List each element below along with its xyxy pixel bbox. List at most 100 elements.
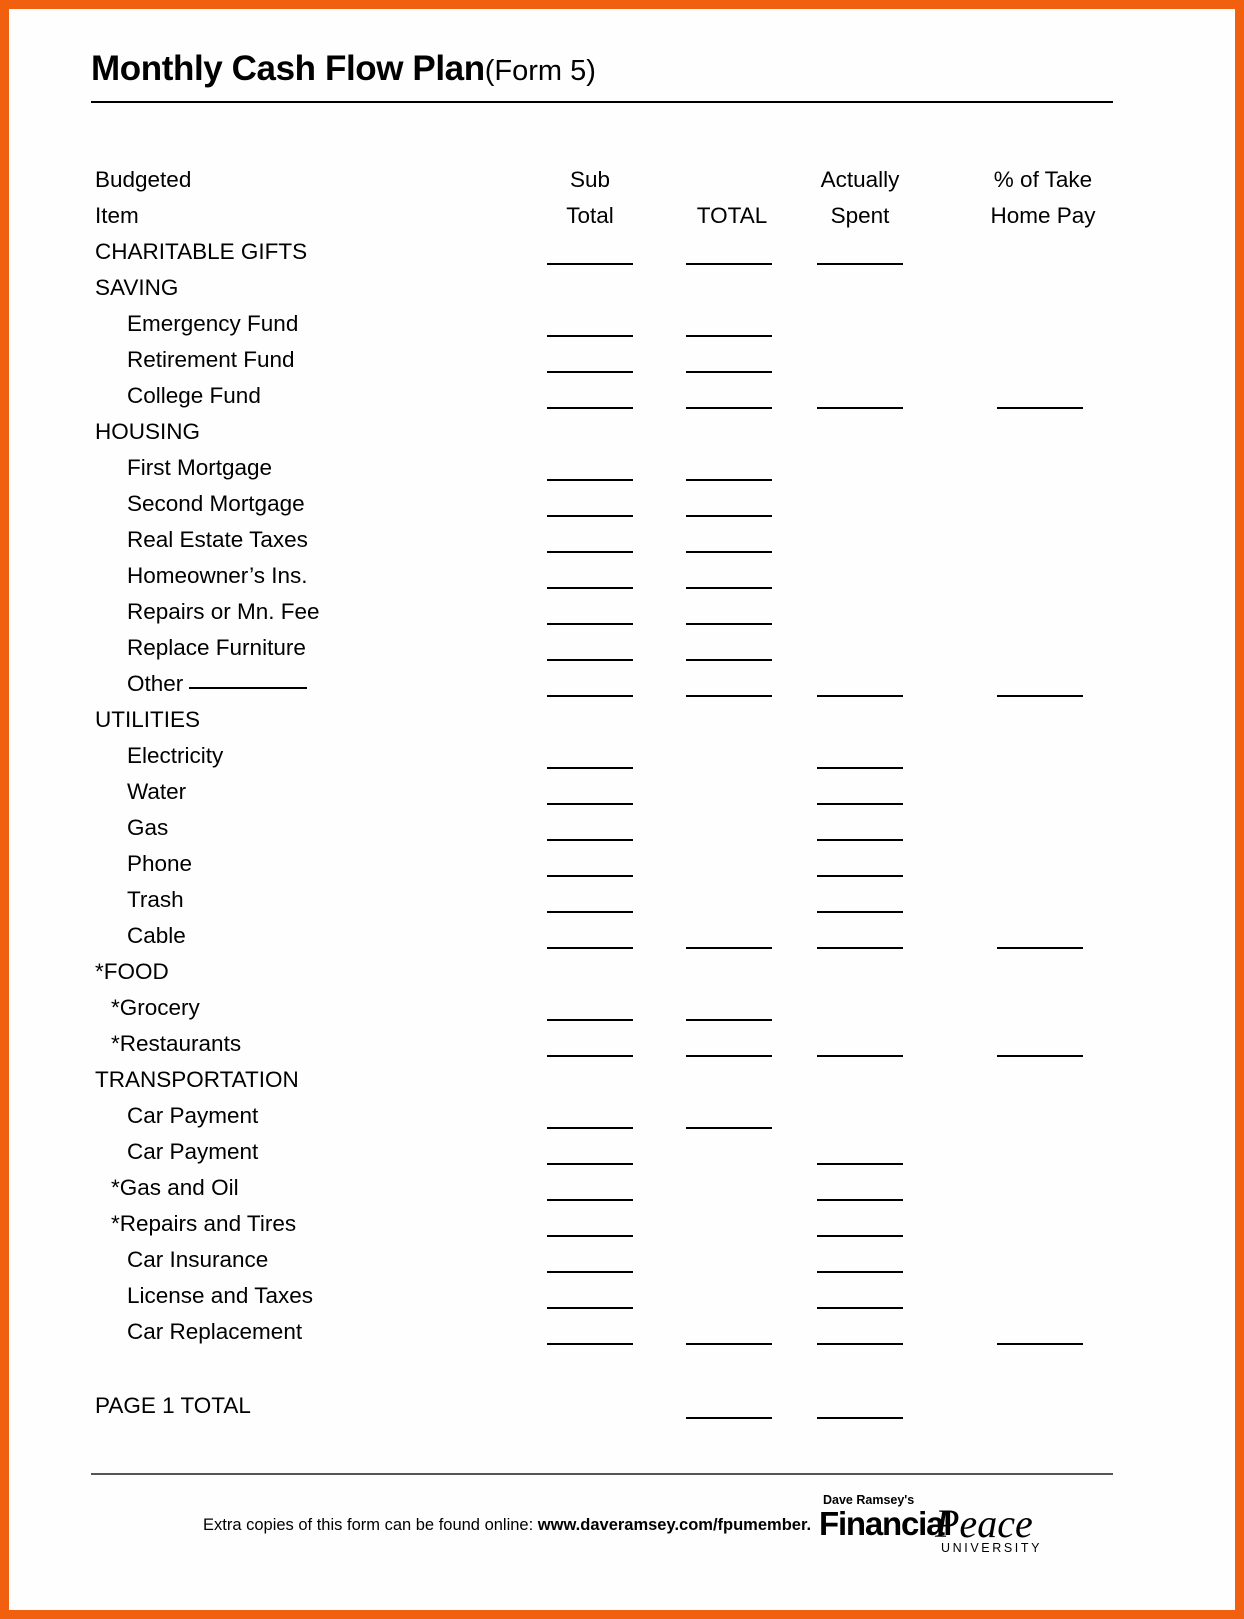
input-blank-total[interactable] — [686, 1127, 772, 1129]
input-blank-total[interactable] — [686, 659, 772, 661]
input-blank-subtotal[interactable] — [547, 911, 633, 913]
page-total-blank-total[interactable] — [686, 1417, 772, 1419]
input-blank-percent-take-home[interactable] — [997, 947, 1083, 949]
input-blank-total[interactable] — [686, 335, 772, 337]
input-blank-subtotal[interactable] — [547, 947, 633, 949]
input-blank-actually-spent[interactable] — [817, 1235, 903, 1237]
table-row: College Fund — [91, 381, 1121, 417]
input-blank-subtotal[interactable] — [547, 1163, 633, 1165]
input-blank-total[interactable] — [686, 407, 772, 409]
input-blank-subtotal[interactable] — [547, 407, 633, 409]
input-blank-total[interactable] — [686, 695, 772, 697]
input-blank-actually-spent[interactable] — [817, 1271, 903, 1273]
input-blank-subtotal[interactable] — [547, 803, 633, 805]
input-blank-actually-spent[interactable] — [817, 263, 903, 265]
input-blank-subtotal[interactable] — [547, 263, 633, 265]
input-blank-total[interactable] — [686, 263, 772, 265]
table-row: License and Taxes — [91, 1281, 1121, 1317]
input-blank-total[interactable] — [686, 1019, 772, 1021]
table-row: Emergency Fund — [91, 309, 1121, 345]
row-label: TRANSPORTATION — [95, 1067, 299, 1092]
input-blank-subtotal[interactable] — [547, 515, 633, 517]
input-blank-subtotal[interactable] — [547, 659, 633, 661]
input-blank-actually-spent[interactable] — [817, 803, 903, 805]
table-row: *Gas and Oil — [91, 1173, 1121, 1209]
input-blank-subtotal[interactable] — [547, 695, 633, 697]
input-blank-subtotal[interactable] — [547, 587, 633, 589]
input-blank-total[interactable] — [686, 479, 772, 481]
input-blank-percent-take-home[interactable] — [997, 1055, 1083, 1057]
table-row: Car Payment — [91, 1101, 1121, 1137]
page-total-label: PAGE 1 TOTAL — [95, 1393, 251, 1418]
logo-peace-word: Peace — [935, 1501, 1033, 1546]
input-blank-actually-spent[interactable] — [817, 407, 903, 409]
table-row: Real Estate Taxes — [91, 525, 1121, 561]
input-blank-subtotal[interactable] — [547, 335, 633, 337]
input-blank-subtotal[interactable] — [547, 839, 633, 841]
input-blank-actually-spent[interactable] — [817, 695, 903, 697]
input-blank-total[interactable] — [686, 623, 772, 625]
input-blank-percent-take-home[interactable] — [997, 695, 1083, 697]
input-blank-actually-spent[interactable] — [817, 1163, 903, 1165]
row-label: First Mortgage — [127, 455, 273, 480]
input-blank-actually-spent[interactable] — [817, 911, 903, 913]
page-total-blank-actually-spent[interactable] — [817, 1417, 903, 1419]
input-blank-total[interactable] — [686, 515, 772, 517]
column-header-subtotal-line2: Total — [566, 203, 614, 228]
row-label: License and Taxes — [127, 1283, 313, 1308]
input-blank-total[interactable] — [686, 947, 772, 949]
input-blank-subtotal[interactable] — [547, 1055, 633, 1057]
input-blank-actually-spent[interactable] — [817, 1343, 903, 1345]
row-label: Repairs or Mn. Fee — [127, 599, 320, 624]
input-blank-actually-spent[interactable] — [817, 1307, 903, 1309]
table-row: CHARITABLE GIFTS — [91, 237, 1121, 273]
row-label: Trash — [127, 887, 184, 912]
table-row: *Repairs and Tires — [91, 1209, 1121, 1245]
row-label: *Gas and Oil — [111, 1175, 239, 1200]
input-blank-percent-take-home[interactable] — [997, 407, 1083, 409]
row-label: Replace Furniture — [127, 635, 306, 660]
row-label: *Grocery — [111, 995, 200, 1020]
input-blank-subtotal[interactable] — [547, 1019, 633, 1021]
row-label: Car Payment — [127, 1103, 259, 1128]
table-row: Homeowner’s Ins. — [91, 561, 1121, 597]
input-blank-total[interactable] — [686, 551, 772, 553]
table-row: *Restaurants — [91, 1029, 1121, 1065]
input-blank-subtotal[interactable] — [547, 479, 633, 481]
column-header-item-line1: Budgeted — [95, 167, 192, 192]
table-row: Car Payment — [91, 1137, 1121, 1173]
input-blank-subtotal[interactable] — [547, 1127, 633, 1129]
table-row: Car Insurance — [91, 1245, 1121, 1281]
input-blank-total[interactable] — [686, 371, 772, 373]
row-label: Car Replacement — [127, 1319, 303, 1344]
row-label: Other — [127, 669, 308, 699]
input-blank-subtotal[interactable] — [547, 1235, 633, 1237]
input-blank-actually-spent[interactable] — [817, 1199, 903, 1201]
input-blank-percent-take-home[interactable] — [997, 1343, 1083, 1345]
row-label: College Fund — [127, 383, 261, 408]
input-blank-subtotal[interactable] — [547, 767, 633, 769]
footer-url[interactable]: www.daveramsey.com/fpumember. — [538, 1516, 811, 1534]
input-blank-actually-spent[interactable] — [817, 947, 903, 949]
input-blank-total[interactable] — [686, 1055, 772, 1057]
input-blank-actually-spent[interactable] — [817, 767, 903, 769]
input-blank-actually-spent[interactable] — [817, 1055, 903, 1057]
input-blank-subtotal[interactable] — [547, 1271, 633, 1273]
row-label: Car Insurance — [127, 1247, 269, 1272]
row-label: Car Payment — [127, 1139, 259, 1164]
input-blank-total[interactable] — [686, 1343, 772, 1345]
input-blank-subtotal[interactable] — [547, 551, 633, 553]
input-blank-subtotal[interactable] — [547, 1307, 633, 1309]
input-blank-subtotal[interactable] — [547, 875, 633, 877]
input-blank-subtotal[interactable] — [547, 1343, 633, 1345]
row-label: Emergency Fund — [127, 311, 299, 336]
row-label: *FOOD — [95, 959, 169, 984]
input-blank-subtotal[interactable] — [547, 371, 633, 373]
input-blank-subtotal[interactable] — [547, 1199, 633, 1201]
input-blank-total[interactable] — [686, 587, 772, 589]
input-blank-actually-spent[interactable] — [817, 875, 903, 877]
input-blank-actually-spent[interactable] — [817, 839, 903, 841]
other-description-input[interactable] — [189, 673, 308, 689]
input-blank-subtotal[interactable] — [547, 623, 633, 625]
row-label: *Repairs and Tires — [111, 1211, 297, 1236]
